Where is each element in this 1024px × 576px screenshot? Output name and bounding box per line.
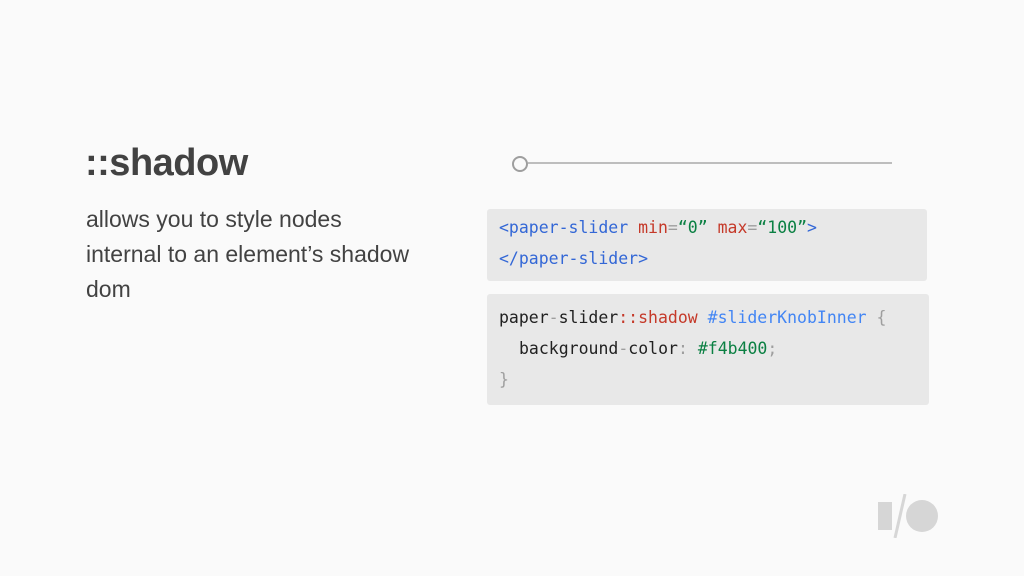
tag-close: > (807, 218, 817, 237)
selector-part: slider (558, 308, 619, 327)
css-code-line-3: } (499, 370, 509, 389)
html-code-block: <paper-slider min=“0” max=“100”> </paper… (487, 209, 927, 281)
html-code-line-2: </paper-slider> (499, 249, 648, 268)
css-code-line-1: paper-slider::shadow #sliderKnobInner { (499, 308, 886, 327)
css-code-line-2: background-color: #f4b400; (519, 339, 777, 358)
attr-min-value: “0” (677, 218, 708, 237)
property-dash: - (618, 339, 629, 358)
shadow-pseudo: ::shadow (618, 308, 698, 327)
selector-part: paper (499, 308, 549, 327)
slider-knob[interactable] (512, 156, 528, 172)
slide-title: ::shadow (85, 142, 248, 184)
closing-tag: </paper-slider> (499, 249, 649, 268)
colon: : (677, 339, 688, 358)
paper-slider[interactable] (510, 154, 892, 174)
property-part: color (628, 339, 678, 358)
equals-sign: = (667, 218, 678, 237)
equals-sign: = (747, 218, 758, 237)
property-value: #f4b400 (697, 339, 768, 358)
attr-max: max (717, 218, 748, 237)
id-selector: #sliderKnobInner (707, 308, 867, 327)
tag-open: <paper-slider (499, 218, 629, 237)
slider-track[interactable] (528, 162, 892, 164)
selector-dash: - (548, 308, 559, 327)
slide-description: allows you to style nodes internal to an… (86, 206, 410, 302)
property-part: background (519, 339, 619, 358)
brace-open: { (876, 308, 887, 327)
css-code-block: paper-slider::shadow #sliderKnobInner { … (487, 294, 929, 405)
google-io-logo-icon (878, 494, 938, 538)
attr-min: min (638, 218, 668, 237)
attr-max-value: “100” (757, 218, 807, 237)
html-code-line-1: <paper-slider min=“0” max=“100”> (499, 218, 817, 237)
brace-close: } (499, 370, 509, 389)
semicolon: ; (767, 339, 778, 358)
